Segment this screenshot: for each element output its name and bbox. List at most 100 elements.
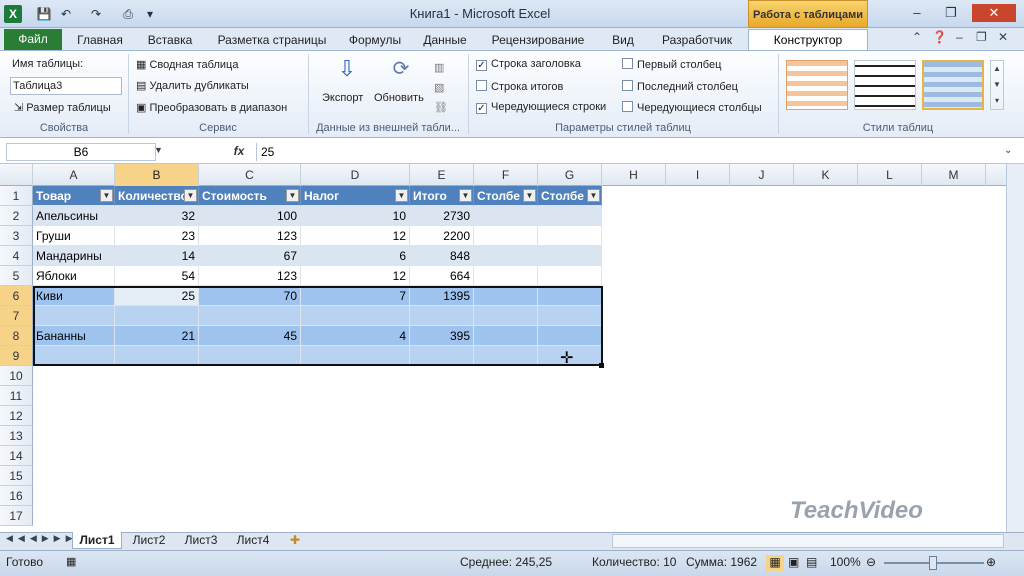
export-button[interactable]: Экспорт (322, 92, 363, 104)
tab-file[interactable]: Файл (4, 29, 62, 50)
row-header[interactable]: 6 (0, 286, 33, 306)
table-cell[interactable] (474, 246, 538, 266)
table-cell[interactable] (538, 246, 602, 266)
last-column-checkbox[interactable]: Последний столбец (622, 80, 738, 93)
row-header[interactable]: 3 (0, 226, 33, 246)
first-column-checkbox[interactable]: Первый столбец (622, 58, 721, 71)
table-cell[interactable]: Мандарины (33, 246, 115, 266)
table-header-cell[interactable]: Налог ▼ (301, 186, 410, 206)
filter-dropdown-icon[interactable]: ▼ (587, 189, 600, 202)
table-cell[interactable]: 2730 (410, 206, 474, 226)
column-header-h[interactable]: H (602, 164, 666, 186)
sheet-tab-2[interactable]: Лист2 (124, 532, 174, 549)
page-layout-view-icon[interactable]: ▣ (788, 555, 799, 569)
table-cell[interactable] (474, 266, 538, 286)
column-header-b[interactable]: B (115, 164, 199, 186)
doc-close-icon[interactable]: ✕ (998, 30, 1008, 44)
select-all-corner[interactable] (0, 164, 33, 186)
column-header-a[interactable]: A (33, 164, 115, 186)
resize-table-button[interactable]: ⇲ Размер таблицы (14, 101, 111, 114)
tab-formulas[interactable]: Формулы (342, 30, 408, 50)
column-header-d[interactable]: D (301, 164, 410, 186)
macro-record-icon[interactable]: ▦ (66, 555, 76, 568)
tab-data[interactable]: Данные (416, 30, 474, 50)
table-header-cell[interactable]: Столбе ▼ (474, 186, 538, 206)
properties-icon[interactable]: ▥ (434, 62, 444, 74)
table-cell[interactable] (538, 226, 602, 246)
table-cell[interactable]: Груши (33, 226, 115, 246)
table-cell[interactable]: 67 (199, 246, 301, 266)
column-header-m[interactable]: M (922, 164, 986, 186)
table-header-cell[interactable]: Стоимость ▼ (199, 186, 301, 206)
table-cell[interactable]: 14 (115, 246, 199, 266)
doc-restore-icon[interactable]: ❐ (976, 30, 987, 44)
row-header[interactable]: 12 (0, 406, 33, 426)
table-cell[interactable]: 6 (301, 246, 410, 266)
table-cell[interactable] (474, 206, 538, 226)
column-header-g[interactable]: G (538, 164, 602, 186)
table-cell[interactable]: 123 (199, 266, 301, 286)
table-cell[interactable]: 664 (410, 266, 474, 286)
ribbon-collapse-icon[interactable]: ⌃ (912, 30, 922, 44)
close-icon[interactable]: ✕ (972, 4, 1016, 22)
row-header[interactable]: 13 (0, 426, 33, 446)
excel-logo-icon[interactable]: X (4, 5, 22, 23)
filter-dropdown-icon[interactable]: ▼ (100, 189, 113, 202)
formula-input[interactable]: 25 (256, 143, 996, 161)
table-name-input[interactable]: Таблица3 (10, 77, 122, 95)
filter-dropdown-icon[interactable]: ▼ (184, 189, 197, 202)
table-cell[interactable]: 23 (115, 226, 199, 246)
table-header-cell[interactable]: Количество ▼ (115, 186, 199, 206)
table-cell[interactable] (474, 226, 538, 246)
open-browser-icon[interactable]: ▧ (434, 82, 444, 94)
table-cell[interactable]: Яблоки (33, 266, 115, 286)
table-cell[interactable] (538, 266, 602, 286)
table-header-cell[interactable]: Товар ▼ (33, 186, 115, 206)
print-icon[interactable]: ⎙ (120, 6, 136, 22)
row-header[interactable]: 14 (0, 446, 33, 466)
row-header[interactable]: 7 (0, 306, 33, 326)
insert-function-icon[interactable]: fx (228, 144, 250, 160)
table-cell[interactable]: 2200 (410, 226, 474, 246)
zoom-level[interactable]: 100% (830, 555, 861, 569)
column-header-k[interactable]: K (794, 164, 858, 186)
table-cell[interactable]: 54 (115, 266, 199, 286)
table-header-cell[interactable]: Итого ▼ (410, 186, 474, 206)
column-header-j[interactable]: J (730, 164, 794, 186)
refresh-button[interactable]: Обновить (374, 92, 424, 104)
row-header[interactable]: 15 (0, 466, 33, 486)
column-header-l[interactable]: L (858, 164, 922, 186)
customize-qat-icon[interactable]: ▾ (142, 6, 158, 22)
table-cell[interactable]: 848 (410, 246, 474, 266)
undo-icon[interactable]: ↶ (58, 6, 74, 22)
minimize-icon[interactable]: – (904, 4, 930, 22)
banded-columns-checkbox[interactable]: Чередующиеся столбцы (622, 101, 762, 114)
doc-minimize-icon[interactable]: – (956, 30, 963, 44)
tab-view[interactable]: Вид (602, 30, 644, 50)
table-cell[interactable] (538, 206, 602, 226)
zoom-out-icon[interactable]: ⊖ (866, 555, 876, 569)
styles-scroll-icon[interactable]: ▲ ▼ ▾ (990, 60, 1004, 110)
row-header[interactable]: 16 (0, 486, 33, 506)
vertical-scrollbar[interactable] (1006, 164, 1024, 532)
filter-dropdown-icon[interactable]: ▼ (459, 189, 472, 202)
banded-rows-checkbox[interactable]: ✓ Чередующиеся строки (476, 101, 606, 114)
unlink-icon[interactable]: ⛓ (434, 102, 448, 114)
sheet-tab-3[interactable]: Лист3 (176, 532, 226, 549)
row-header[interactable]: 10 (0, 366, 33, 386)
table-cell[interactable]: 123 (199, 226, 301, 246)
normal-view-icon[interactable]: ▦ (766, 555, 784, 571)
zoom-in-icon[interactable]: ⊕ (986, 555, 996, 569)
tab-insert[interactable]: Вставка (138, 30, 202, 50)
tab-design[interactable]: Конструктор (748, 29, 868, 51)
row-header[interactable]: 5 (0, 266, 33, 286)
header-row-checkbox[interactable]: ✓ Строка заголовка (476, 58, 581, 71)
tab-page-layout[interactable]: Разметка страницы (210, 30, 334, 50)
row-header[interactable]: 1 (0, 186, 33, 206)
filter-dropdown-icon[interactable]: ▼ (286, 189, 299, 202)
convert-range-button[interactable]: ▣ Преобразовать в диапазон (136, 101, 287, 114)
table-style-blue-selected[interactable] (922, 60, 984, 110)
table-cell[interactable]: Апельсины (33, 206, 115, 226)
table-cell[interactable]: 12 (301, 266, 410, 286)
totals-row-checkbox[interactable]: Строка итогов (476, 80, 563, 93)
